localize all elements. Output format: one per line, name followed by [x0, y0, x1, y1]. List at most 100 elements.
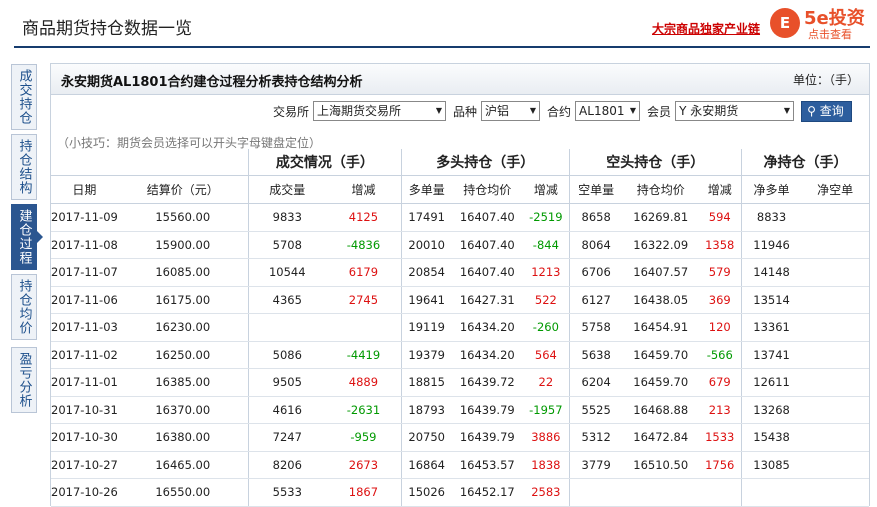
- table-row: 2017-11-08 15900.00 5708 -4836 20010 16407.40…: [51, 231, 869, 259]
- tab-profit-loss[interactable]: 盈亏分析: [11, 347, 37, 413]
- cell-long-qty: 19379: [401, 341, 452, 369]
- cell-volume-change: -959: [325, 423, 402, 452]
- col-long-change: 增减: [523, 175, 570, 204]
- variety-label: 品种: [453, 104, 478, 119]
- cell-net-short: [801, 423, 869, 452]
- cell-net-long: 13514: [740, 286, 802, 314]
- cell-short-qty: 5312: [568, 423, 623, 452]
- cell-short-avg: 16407.57: [622, 258, 699, 287]
- cell-long-qty: 19641: [401, 286, 452, 314]
- table-row: 2017-11-07 16085.00 10544 6179 20854 16407.40…: [51, 258, 869, 287]
- exchange-select[interactable]: 上海期货交易所: [313, 101, 447, 121]
- cell-settle: 16465.00: [117, 451, 249, 479]
- cell-volume: 8206: [247, 451, 326, 479]
- cell-settle: 15560.00: [117, 203, 249, 232]
- cell-short-qty: [568, 478, 623, 507]
- cell-short-avg: 16454.91: [622, 313, 699, 342]
- cell-short-change: 1756: [698, 451, 742, 479]
- cell-date: 2017-11-06: [51, 286, 118, 314]
- cell-short-qty: 8064: [568, 231, 623, 259]
- cell-volume-change: -4419: [325, 341, 402, 369]
- variety-select[interactable]: 沪铝: [481, 101, 541, 121]
- cell-net-short: [801, 451, 869, 479]
- member-select[interactable]: Y 永安期货: [675, 101, 795, 121]
- table-body: 2017-11-09 15560.00 9833 4125 17491 16407.40-…: [51, 203, 869, 507]
- cell-short-change: 213: [698, 396, 742, 424]
- panel-header: 永安期货AL1801合约建仓过程分析表持仓结构分析 单位：（手）: [51, 64, 869, 95]
- group-net: 净持仓（手）: [740, 149, 869, 176]
- cell-net-short: [801, 231, 869, 259]
- cell-short-avg: 16269.81: [622, 203, 699, 232]
- cell-long-avg: 16439.72: [451, 368, 524, 397]
- cell-long-qty: 20750: [401, 423, 452, 452]
- promo-link[interactable]: 大宗商品独家产业链: [652, 20, 760, 37]
- cell-long-change: 2583: [523, 478, 570, 507]
- cell-long-change: 522: [523, 286, 570, 314]
- table-row: 2017-11-03 16230.00 19119 16434.20 -260 5758 1…: [51, 313, 869, 342]
- cell-net-short: [801, 203, 869, 232]
- cell-settle: 16380.00: [117, 423, 249, 452]
- cell-settle: 16230.00: [117, 313, 249, 342]
- cell-date: 2017-11-08: [51, 231, 118, 259]
- table-row: 2017-11-06 16175.00 4365 2745 19641 16427.31 5…: [51, 286, 869, 314]
- cell-long-change: 1213: [523, 258, 570, 287]
- filter-bar: 交易所 上海期货交易所 品种 沪铝 合约 AL1801 会员 Y 永安期货 ⚲ …: [273, 100, 852, 122]
- col-short-qty: 空单量: [568, 175, 623, 204]
- cell-long-qty: 16864: [401, 451, 452, 479]
- tab-volume-position[interactable]: 成交持仓: [11, 64, 37, 130]
- cell-long-avg: 16427.31: [451, 286, 524, 314]
- cell-volume: 5708: [247, 231, 326, 259]
- cell-date: 2017-10-31: [51, 396, 118, 424]
- cell-short-qty: 6127: [568, 286, 623, 314]
- cell-volume-change: [325, 313, 402, 342]
- cell-volume: [247, 313, 326, 342]
- cell-long-change: 1838: [523, 451, 570, 479]
- brand-logo[interactable]: E 5e投资 点击查看: [770, 4, 875, 44]
- tab-building-process[interactable]: 建仓过程: [11, 204, 43, 270]
- contract-select[interactable]: AL1801: [575, 101, 641, 121]
- cell-net-long: 13361: [740, 313, 802, 342]
- cell-volume: 7247: [247, 423, 326, 452]
- cell-settle: 16250.00: [117, 341, 249, 369]
- cell-long-avg: 16434.20: [451, 313, 524, 342]
- query-button-label: 查询: [819, 103, 844, 118]
- cell-net-long: 13085: [740, 451, 802, 479]
- tab-average-price[interactable]: 持仓均价: [11, 274, 37, 340]
- cell-volume: 5533: [247, 478, 326, 507]
- cell-short-change: 1358: [698, 231, 742, 259]
- tab-position-structure[interactable]: 持仓结构: [11, 134, 37, 200]
- logo-icon: E: [770, 8, 800, 38]
- table-group-header: 成交情况（手） 多头持仓（手） 空头持仓（手） 净持仓（手）: [51, 149, 869, 176]
- cell-net-short: [801, 286, 869, 314]
- cell-long-avg: 16407.40: [451, 258, 524, 287]
- cell-volume-change: 6179: [325, 258, 402, 287]
- cell-short-change: 369: [698, 286, 742, 314]
- cell-settle: 16385.00: [117, 368, 249, 397]
- col-net-long: 净多单: [740, 175, 802, 204]
- cell-long-qty: 18793: [401, 396, 452, 424]
- cell-long-avg: 16407.40: [451, 203, 524, 232]
- cell-short-qty: 5758: [568, 313, 623, 342]
- cell-short-change: -566: [698, 341, 742, 369]
- cell-net-short: [801, 368, 869, 397]
- group-blank: [51, 149, 249, 176]
- cell-short-avg: 16472.84: [622, 423, 699, 452]
- cell-volume: 5086: [247, 341, 326, 369]
- cell-short-change: 594: [698, 203, 742, 232]
- cell-long-change: -1957: [523, 396, 570, 424]
- cell-short-change: 1533: [698, 423, 742, 452]
- cell-long-avg: 16407.40: [451, 231, 524, 259]
- query-button[interactable]: ⚲ 查询: [801, 100, 852, 122]
- cell-long-qty: 18815: [401, 368, 452, 397]
- col-short-change: 增减: [698, 175, 742, 204]
- cell-net-long: 15438: [740, 423, 802, 452]
- cell-long-qty: 20010: [401, 231, 452, 259]
- cell-date: 2017-11-09: [51, 203, 118, 232]
- contract-label: 合约: [547, 104, 572, 119]
- table-row: 2017-10-30 16380.00 7247 -959 20750 16439.79 3…: [51, 423, 869, 452]
- cell-long-avg: 16434.20: [451, 341, 524, 369]
- cell-net-long: 13741: [740, 341, 802, 369]
- col-long-avg: 持仓均价: [451, 175, 524, 204]
- table-row: 2017-10-31 16370.00 4616 -2631 18793 16439.79…: [51, 396, 869, 424]
- cell-settle: 16550.00: [117, 478, 249, 507]
